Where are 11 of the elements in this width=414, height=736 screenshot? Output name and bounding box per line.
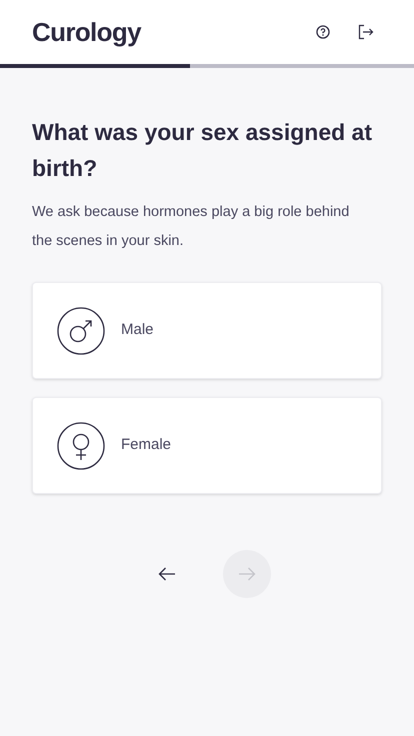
male-symbol-icon (57, 306, 105, 354)
female-symbol-icon (57, 422, 105, 470)
answer-option[interactable]: Male (32, 282, 382, 379)
logout-icon[interactable] (358, 24, 374, 40)
question-title: What was your sex assigned at birth? (32, 118, 374, 183)
left-arrow-icon (158, 567, 176, 581)
help-icon[interactable] (316, 25, 330, 39)
logo[interactable]: Curology (32, 12, 141, 52)
question-description: We ask because hormones play a big role behind the scenes in your skin. (32, 203, 350, 251)
answer-option[interactable]: Female (32, 397, 382, 494)
right-arrow-icon (238, 567, 256, 581)
